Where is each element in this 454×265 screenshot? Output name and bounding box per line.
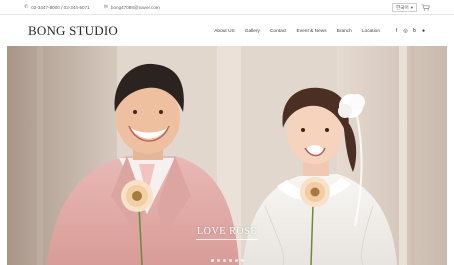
- hero-title: LOVE ROSE: [196, 226, 258, 237]
- hero-caption: LOVE ROSE: [7, 226, 447, 240]
- slider-dot[interactable]: [240, 259, 244, 262]
- page: ✆ 02-3447-8000 / 02-344-5071 ✉ bong47088…: [0, 0, 454, 265]
- email-address[interactable]: bong47088@naver.com: [111, 5, 160, 10]
- social-links: f ◎ b ●: [394, 28, 426, 34]
- contact-info: ✆ 02-3447-8000 / 02-344-5071 ✉ bong47088…: [24, 4, 160, 10]
- language-select[interactable]: 한국어 ▾: [392, 2, 417, 12]
- phone-icon: ✆: [24, 4, 29, 10]
- main-navbar: BONG STUDIO About US Gallery Contact Eve…: [0, 16, 454, 46]
- main-menu: About US Gallery Contact Event & News Br…: [214, 28, 426, 34]
- slider-dot[interactable]: [216, 259, 220, 262]
- slider-dot[interactable]: [228, 259, 232, 262]
- slider-dot[interactable]: [234, 259, 238, 262]
- nav-branch[interactable]: Branch: [337, 29, 352, 34]
- nav-about-us[interactable]: About US: [214, 29, 235, 34]
- hero-slider[interactable]: LOVE ROSE: [7, 46, 447, 265]
- cart-icon[interactable]: [421, 3, 430, 11]
- utility-right: 한국어 ▾: [392, 2, 430, 12]
- top-utility-bar: ✆ 02-3447-8000 / 02-344-5071 ✉ bong47088…: [0, 0, 454, 15]
- slider-pagination: [7, 259, 447, 262]
- nav-gallery[interactable]: Gallery: [245, 29, 260, 34]
- site-logo[interactable]: BONG STUDIO: [28, 23, 118, 39]
- blog-icon[interactable]: b: [412, 28, 417, 34]
- nav-event-news[interactable]: Event & News: [297, 29, 327, 34]
- mail-icon: ✉: [103, 4, 108, 10]
- language-label: 한국어: [396, 4, 409, 10]
- hero-title-underline: [196, 239, 258, 240]
- slider-dot[interactable]: [210, 259, 214, 262]
- phone-number[interactable]: 02-3447-8000 / 02-344-5071: [31, 5, 90, 10]
- instagram-icon[interactable]: ◎: [403, 28, 408, 34]
- kakao-icon[interactable]: ●: [421, 28, 426, 34]
- slider-dot[interactable]: [222, 259, 226, 262]
- chevron-down-icon: ▾: [410, 4, 413, 10]
- nav-location[interactable]: Location: [362, 29, 380, 34]
- nav-contact[interactable]: Contact: [270, 29, 287, 34]
- facebook-icon[interactable]: f: [394, 28, 399, 34]
